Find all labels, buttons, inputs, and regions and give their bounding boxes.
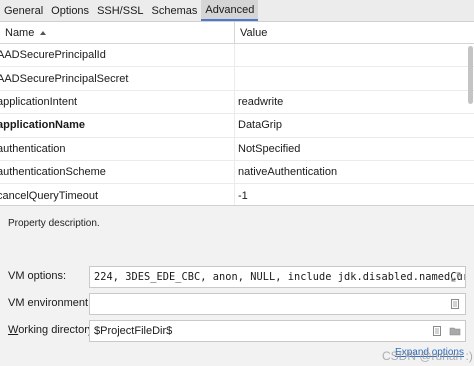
table-row[interactable]: AADSecurePrincipalId [0,44,474,68]
property-value[interactable]: readwrite [235,91,474,113]
properties-table: Name Value AADSecurePrincipalId AADSecur… [0,22,474,205]
working-directory-value: $ProjectFileDir$ [94,325,173,337]
property-name: authenticationScheme [0,166,106,179]
vm-options-field[interactable]: 224, 3DES_EDE_CBC, anon, NULL, include j… [89,266,466,288]
property-name: applicationIntent [0,95,78,108]
table-row[interactable]: AADSecurePrincipalSecret [0,67,474,91]
vm-options-label: VM options: [8,270,67,282]
folder-icon[interactable] [449,325,461,337]
property-description-panel: Property description. [0,205,474,255]
property-value[interactable]: -1 [235,184,474,205]
table-row[interactable]: applicationIntent readwrite [0,90,474,115]
column-header-value-label: Value [240,26,268,39]
property-name: AADSecurePrincipalSecret [0,72,129,85]
scrollbar-thumb[interactable] [468,46,473,104]
document-icon[interactable] [449,298,461,310]
tab-general[interactable]: General [0,0,47,21]
table-row[interactable]: cancelQueryTimeout -1 [0,184,474,205]
working-directory-label: Working directory: [8,324,96,336]
property-value[interactable] [235,44,474,66]
table-row[interactable]: authenticationScheme nativeAuthenticatio… [0,160,474,185]
property-value[interactable]: NotSpecified [235,138,474,160]
property-description: Property description. [8,218,100,229]
column-header-name[interactable]: Name [0,22,235,43]
sort-ascending-icon [40,30,47,35]
tab-bar: General Options SSH/SSL Schemas Advanced [0,0,474,22]
working-directory-row: Working directory: $ProjectFileDir$ [0,320,474,342]
working-directory-label-text: orking directory: [18,324,97,336]
table-scrollbar[interactable] [466,44,474,205]
document-icon[interactable] [431,325,443,337]
property-value[interactable] [235,67,474,89]
table-row[interactable]: applicationName DataGrip [0,114,474,138]
property-value[interactable]: nativeAuthentication [235,161,474,183]
expand-icon[interactable] [451,272,461,282]
vm-environment-label: VM environment: [8,297,92,309]
tab-ssh-ssl[interactable]: SSH/SSL [93,0,147,21]
watermark: CSDN @ruhan :) [382,349,473,363]
vm-environment-field[interactable] [89,293,466,315]
property-name: AADSecurePrincipalId [0,49,106,62]
property-value[interactable]: DataGrip [235,114,474,136]
property-name: authentication [0,142,66,155]
vm-options-value: 224, 3DES_EDE_CBC, anon, NULL, include j… [94,271,466,283]
column-header-value[interactable]: Value [235,22,474,43]
table-row[interactable]: authentication NotSpecified [0,137,474,161]
property-name: cancelQueryTimeout [0,189,99,202]
vm-environment-row: VM environment: [0,293,474,315]
column-header-name-label: Name [5,26,35,39]
tab-options[interactable]: Options [47,0,93,21]
tab-schemas[interactable]: Schemas [148,0,202,21]
working-directory-field[interactable]: $ProjectFileDir$ [89,320,466,342]
property-name: applicationName [0,119,86,132]
mnemonic-letter: W [8,324,19,336]
tab-advanced[interactable]: Advanced [201,0,259,21]
vm-options-row: VM options: 224, 3DES_EDE_CBC, anon, NUL… [0,266,474,288]
table-header: Name Value [0,22,474,44]
